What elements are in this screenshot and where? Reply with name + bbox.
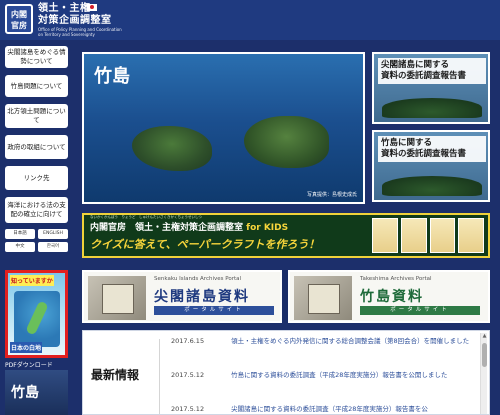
senkaku-image xyxy=(382,98,482,118)
news-heading: 最新情報 xyxy=(91,368,140,382)
senkaku-archive-thumbnail xyxy=(88,276,146,320)
news-link[interactable]: 尖閣諸島に関する資料の委託調査（平成28年度実施分）報告書を公 xyxy=(231,405,471,414)
senkaku-archives-portal[interactable]: Senkaku Islands Archives Portal 尖閣諸島資料 ポ… xyxy=(82,270,282,323)
senkaku-portal-english: Senkaku Islands Archives Portal xyxy=(154,276,242,282)
takeshima-report-banner[interactable]: 竹島に関する 資料の委託調査報告書 xyxy=(372,130,490,202)
sidebar-item-senkaku[interactable]: 尖閣諸島をめぐる情勢について xyxy=(5,46,68,68)
sidebar-item-government-efforts[interactable]: 政府の取組について xyxy=(5,135,68,159)
senkaku-report-line-2: 資料の委託調査報告書 xyxy=(381,71,467,81)
island-west-image xyxy=(132,126,212,171)
senkaku-portal-label: ポータルサイト xyxy=(154,306,274,315)
lang-chinese-button[interactable]: 中文 xyxy=(5,242,35,252)
news-scrollbar[interactable]: ▲ xyxy=(480,333,487,414)
paper-craft-image xyxy=(458,218,484,253)
side-banner-title: 竹島 xyxy=(11,385,39,401)
sidebar: 尖閣諸島をめぐる情勢について 竹島問題について 北方領土問題について 政府の取組… xyxy=(0,40,75,415)
hero-takeshima-photo[interactable]: 竹島 写真提供：島根史成氏 xyxy=(82,52,365,204)
news-date: 2017.5.12 xyxy=(171,371,205,379)
news-divider xyxy=(159,339,160,414)
lang-korean-button[interactable]: 한국어 xyxy=(38,242,68,252)
hero-title: 竹島 xyxy=(94,66,130,87)
lang-japanese-button[interactable]: 日本語 xyxy=(5,229,35,239)
kids-banner[interactable]: ないかくかんぼう りょうど しゅけんたいさくきかくちょうせいしつ 内閣官房 領土… xyxy=(82,213,490,258)
news-date: 2017.6.15 xyxy=(171,337,205,345)
sidebar-item-rule-of-law[interactable]: 海洋における法の支配の確立に向けて xyxy=(5,197,68,223)
takeshima-archive-thumbnail xyxy=(294,276,352,320)
lang-english-button[interactable]: ENGLISH xyxy=(38,229,68,239)
news-item[interactable]: 2017.6.15 領土・主権をめぐる内外発信に関する総合調整会議（第8回会合）… xyxy=(171,337,471,346)
japan-flag-icon xyxy=(87,4,97,11)
takeshima-report-line-2: 資料の委託調査報告書 xyxy=(381,149,467,159)
news-date: 2017.5.12 xyxy=(171,405,205,413)
takeshima-portal-english: Takeshima Archives Portal xyxy=(360,276,432,282)
takeshima-portal-label: ポータルサイト xyxy=(360,306,480,315)
paper-craft-image xyxy=(400,218,427,253)
takeshima-report-line-1: 竹島に関する xyxy=(381,138,433,148)
quiz-banner-top-text: 知っていますか xyxy=(10,275,54,286)
news-item[interactable]: 2017.5.12 尖閣諸島に関する資料の委託調査（平成28年度実施分）報告書を… xyxy=(171,405,471,414)
quiz-banner[interactable]: 知っていますか 日本の白地 xyxy=(5,270,68,358)
senkaku-report-text: 尖閣諸島に関する 資料の委託調査報告書 xyxy=(378,58,486,84)
news-link[interactable]: 領土・主権をめぐる内外発信に関する総合調整会議（第8回会合）を開催しました xyxy=(231,337,471,346)
sidebar-item-northern-territories[interactable]: 北方領土問題について xyxy=(5,104,68,128)
takeshima-archives-portal[interactable]: Takeshima Archives Portal 竹島資料 ポータルサイト xyxy=(288,270,490,323)
news-item[interactable]: 2017.5.12 竹島に関する資料の委託調査（平成28年度実施分）報告書を公開… xyxy=(171,371,471,380)
island-east-image xyxy=(244,116,329,168)
news-section: 最新情報 2017.6.15 領土・主権をめぐる内外発信に関する総合調整会議（第… xyxy=(82,330,490,415)
site-header: 内閣 官房 領土・主権 対策企画調整室 Office of Policy Pla… xyxy=(0,0,500,40)
kids-banner-org: 内閣官房 領土・主権対策企画調整室 xyxy=(90,223,244,233)
org-title-line-1: 領土・主権 xyxy=(38,3,91,14)
scrollbar-thumb[interactable] xyxy=(482,343,487,367)
cabinet-logo[interactable]: 内閣 官房 xyxy=(5,4,33,34)
kids-banner-title: 内閣官房 領土・主権対策企画調整室 for KIDS xyxy=(90,220,288,233)
photo-credit: 写真提供：島根史成氏 xyxy=(306,192,357,198)
senkaku-portal-title: 尖閣諸島資料 xyxy=(154,289,250,305)
kids-banner-for-kids: for KIDS xyxy=(246,223,289,233)
sidebar-item-takeshima[interactable]: 竹島問題について xyxy=(5,75,68,97)
quiz-banner-bottom-text: 日本の白地 xyxy=(10,342,43,353)
org-name[interactable]: 領土・主権 対策企画調整室 Office of Policy Planning … xyxy=(38,3,122,37)
pdf-download-link[interactable]: PDFダウンロード xyxy=(5,360,68,370)
japan-map-image xyxy=(14,291,60,347)
takeshima-side-banner[interactable]: 竹島 xyxy=(5,370,68,415)
senkaku-report-banner[interactable]: 尖閣諸島に関する 資料の委託調査報告書 xyxy=(372,52,490,124)
takeshima-report-text: 竹島に関する 資料の委託調査報告書 xyxy=(378,136,486,162)
paper-craft-images xyxy=(372,218,484,253)
paper-craft-image xyxy=(429,218,456,253)
takeshima-portal-title: 竹島資料 xyxy=(360,289,424,305)
scroll-up-icon[interactable]: ▲ xyxy=(481,333,488,340)
kids-banner-tagline: クイズに答えて、ペーパークラフトを作ろう！ xyxy=(90,238,320,251)
logo-line-1: 内閣 xyxy=(11,10,27,19)
senkaku-report-line-1: 尖閣諸島に関する xyxy=(381,60,450,70)
news-link[interactable]: 竹島に関する資料の委託調査（平成28年度実施分）報告書を公開しました xyxy=(231,371,471,380)
sidebar-item-links[interactable]: リンク先 xyxy=(5,166,68,190)
org-title-line-2: 対策企画調整室 xyxy=(38,15,112,26)
org-subtitle-line-2: on Territory and Sovereignty xyxy=(38,32,95,37)
takeshima-image xyxy=(382,176,482,196)
logo-line-2: 官房 xyxy=(11,21,27,30)
paper-craft-image xyxy=(372,218,398,253)
